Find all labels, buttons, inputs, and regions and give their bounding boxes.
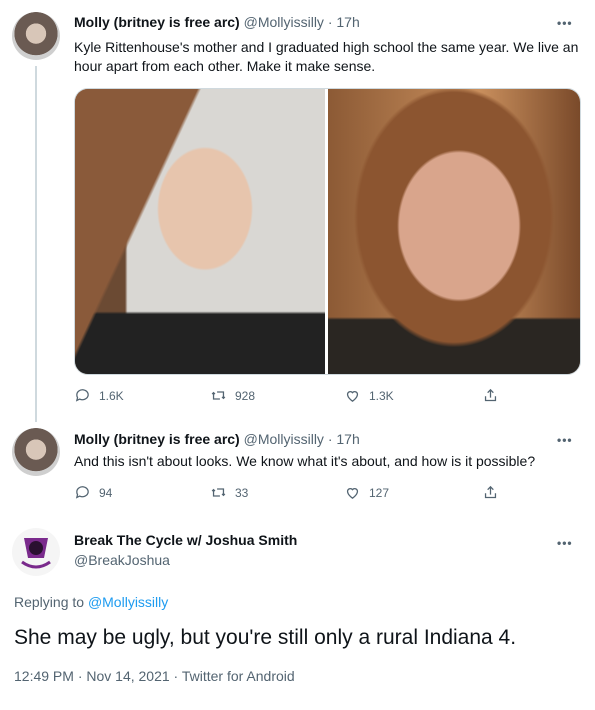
more-options-button[interactable]: ••• xyxy=(557,536,573,550)
author-name[interactable]: Molly (britney is free arc) xyxy=(74,431,240,447)
tweet-timestamp[interactable]: 12:49 PM · Nov 14, 2021 · Twitter for An… xyxy=(14,668,295,684)
replying-to-prefix: Replying to xyxy=(14,594,85,610)
author-handle[interactable]: @BreakJoshua xyxy=(74,552,170,568)
tweet-text: She may be ugly, but you're still only a… xyxy=(14,626,517,649)
tweet-media[interactable] xyxy=(74,88,581,375)
tweet-header: Molly (britney is free arc) @Mollyissill… xyxy=(74,14,360,30)
retweet-count: 33 xyxy=(235,485,249,500)
retweet-icon xyxy=(211,391,226,400)
reply-count: 1.6K xyxy=(99,388,124,403)
tweet-time[interactable]: 17h xyxy=(336,14,359,30)
media-photo-right[interactable] xyxy=(328,89,580,374)
author-name[interactable]: Molly (britney is free arc) xyxy=(74,14,240,30)
share-icon xyxy=(484,388,497,402)
author-name[interactable]: Break The Cycle w/ Joshua Smith xyxy=(74,532,297,548)
tweet-text: And this isn't about looks. We know what… xyxy=(74,453,536,469)
avatar[interactable] xyxy=(12,12,60,60)
reply-icon xyxy=(75,486,89,499)
share-button[interactable] xyxy=(482,484,499,501)
tweet-header: Molly (britney is free arc) @Mollyissill… xyxy=(74,431,360,447)
share-button[interactable] xyxy=(482,387,499,404)
reply-icon xyxy=(75,389,89,402)
more-options-button[interactable]: ••• xyxy=(557,16,573,30)
tweet-text: Kyle Rittenhouse's mother and I graduate… xyxy=(74,39,579,74)
reply-button[interactable]: 94 xyxy=(74,484,112,501)
more-options-button[interactable]: ••• xyxy=(557,433,573,447)
retweet-icon xyxy=(211,488,226,497)
media-photo-left[interactable] xyxy=(75,89,325,374)
thread-line xyxy=(35,66,37,422)
retweet-count: 928 xyxy=(235,388,256,403)
like-icon xyxy=(346,488,359,499)
like-count: 1.3K xyxy=(369,388,394,403)
avatar[interactable] xyxy=(12,528,60,576)
avatar[interactable] xyxy=(12,428,60,476)
retweet-button[interactable]: 928 xyxy=(210,387,255,404)
reply-button[interactable]: 1.6K xyxy=(74,387,124,404)
like-count: 127 xyxy=(369,485,390,500)
retweet-button[interactable]: 33 xyxy=(210,484,248,501)
author-handle[interactable]: @Mollyissilly xyxy=(244,14,324,30)
share-icon xyxy=(484,485,497,499)
separator-dot: · xyxy=(327,14,333,30)
like-button[interactable]: 127 xyxy=(344,484,389,501)
break-the-cycle-logo xyxy=(21,538,51,569)
author-name-row: Break The Cycle w/ Joshua Smith xyxy=(74,532,297,548)
media-divider xyxy=(325,89,328,374)
author-handle[interactable]: @Mollyissilly xyxy=(244,431,324,447)
reply-count: 94 xyxy=(99,485,113,500)
tweet-time[interactable]: 17h xyxy=(336,431,359,447)
replying-to-handle[interactable]: @Mollyissilly xyxy=(88,594,168,610)
like-icon xyxy=(346,391,359,402)
like-button[interactable]: 1.3K xyxy=(344,387,394,404)
replying-to: Replying to @Mollyissilly xyxy=(14,594,168,610)
separator-dot: · xyxy=(327,431,333,447)
